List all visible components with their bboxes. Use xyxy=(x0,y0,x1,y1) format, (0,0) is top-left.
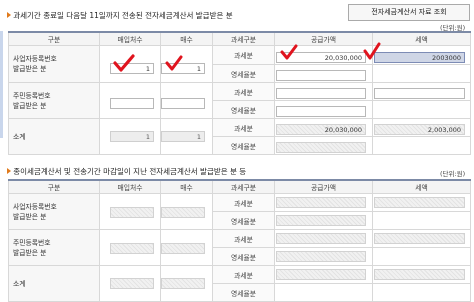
kind-taxable: 과세분 xyxy=(212,45,275,65)
tax-input-residentno-taxable[interactable] xyxy=(374,88,465,99)
vendors-subtotal: 1 xyxy=(110,131,154,142)
tax-input-bizno-taxable[interactable]: 2003000 xyxy=(374,52,465,63)
header-tax: 세액 xyxy=(372,179,471,194)
kind-taxable: 과세분 xyxy=(212,265,275,284)
header-tax: 세액 xyxy=(372,31,471,46)
supply-input-residentno-taxable[interactable] xyxy=(276,88,366,99)
vendors-field-bizno xyxy=(110,207,154,218)
tax-field-bizno-taxable xyxy=(374,197,465,208)
supply-field-bizno-taxable xyxy=(276,197,366,208)
kind-taxable: 과세분 xyxy=(212,193,275,212)
row-label-residentno: 주민등록번호 발급받은 분 xyxy=(8,82,100,119)
row-label-subtotal: 소계 xyxy=(8,265,100,302)
kind-zero: 영세율분 xyxy=(212,211,275,230)
header-category: 구분 xyxy=(8,179,100,194)
header-supply: 공급가액 xyxy=(274,179,373,194)
check-mark-icon xyxy=(280,44,298,60)
section1-title: 과세기간 종료일 다음달 11일까지 전송된 전자세금계산서 발급받은 분 xyxy=(13,11,233,20)
e-invoice-lookup-button[interactable]: 전자세금계산서 자료 조회 xyxy=(348,4,470,21)
header-vendors: 매입처수 xyxy=(99,179,161,194)
supply-field-residentno-taxable xyxy=(276,233,366,244)
kind-zero: 영세율분 xyxy=(212,64,275,83)
check-mark-icon xyxy=(363,42,381,60)
vendors-field-subtotal xyxy=(110,278,154,289)
kind-zero: 영세율분 xyxy=(212,247,275,266)
count-field-bizno xyxy=(161,207,205,218)
header-category: 구분 xyxy=(8,31,100,46)
row-label-bizno: 사업자등록번호 발급받은 분 xyxy=(8,193,100,230)
section2-unit: (단위:원) xyxy=(440,170,466,178)
kind-zero: 영세율분 xyxy=(212,100,275,119)
header-count: 매수 xyxy=(160,179,213,194)
vendors-input-residentno[interactable] xyxy=(110,98,154,109)
section1-header: 과세기간 종료일 다음달 11일까지 전송된 전자세금계산서 발급받은 분 xyxy=(7,10,233,21)
header-tax-type: 과세구분 xyxy=(212,179,275,194)
count-input-residentno[interactable] xyxy=(161,98,205,109)
section2-header: 종이세금계산서 및 전송기간 마감일이 지난 전자세금계산서 발급받은 분 등 xyxy=(7,166,246,177)
supply-input-bizno-zero[interactable] xyxy=(276,70,366,81)
count-field-subtotal xyxy=(161,278,205,289)
supply-field-subtotal-taxable xyxy=(276,269,366,280)
count-subtotal: 1 xyxy=(161,131,205,142)
vendors-field-residentno xyxy=(110,243,154,254)
tax-subtotal-taxable: 2,003,000 xyxy=(374,124,465,135)
kind-taxable: 과세분 xyxy=(212,118,275,137)
supply-field-residentno-zero xyxy=(276,251,366,262)
supply-subtotal-taxable: 20,030,000 xyxy=(276,124,366,135)
check-mark-icon xyxy=(165,55,183,71)
count-field-residentno xyxy=(161,243,205,254)
header-tax-type: 과세구분 xyxy=(212,31,275,46)
supply-field-bizno-zero xyxy=(276,215,366,226)
kind-zero: 영세율분 xyxy=(212,136,275,155)
header-vendors: 매입처수 xyxy=(99,31,161,46)
left-accent-bar xyxy=(0,31,3,138)
header-count: 매수 xyxy=(160,31,213,46)
bullet-icon xyxy=(7,12,11,18)
row-label-residentno: 주민등록번호 발급받은 분 xyxy=(8,229,100,266)
row-label-subtotal: 소계 xyxy=(8,118,100,155)
check-mark-icon xyxy=(113,54,135,72)
kind-taxable: 과세분 xyxy=(212,82,275,101)
tax-field-subtotal-taxable xyxy=(374,269,465,280)
bullet-icon xyxy=(7,168,11,174)
section2-title: 종이세금계산서 및 전송기간 마감일이 지난 전자세금계산서 발급받은 분 등 xyxy=(13,167,247,176)
tax-field-residentno-taxable xyxy=(374,233,465,244)
row-label-bizno: 사업자등록번호 발급받은 분 xyxy=(8,45,100,83)
supply-subtotal-zero xyxy=(276,142,366,153)
supply-input-residentno-zero[interactable] xyxy=(276,106,366,117)
kind-taxable: 과세분 xyxy=(212,229,275,248)
